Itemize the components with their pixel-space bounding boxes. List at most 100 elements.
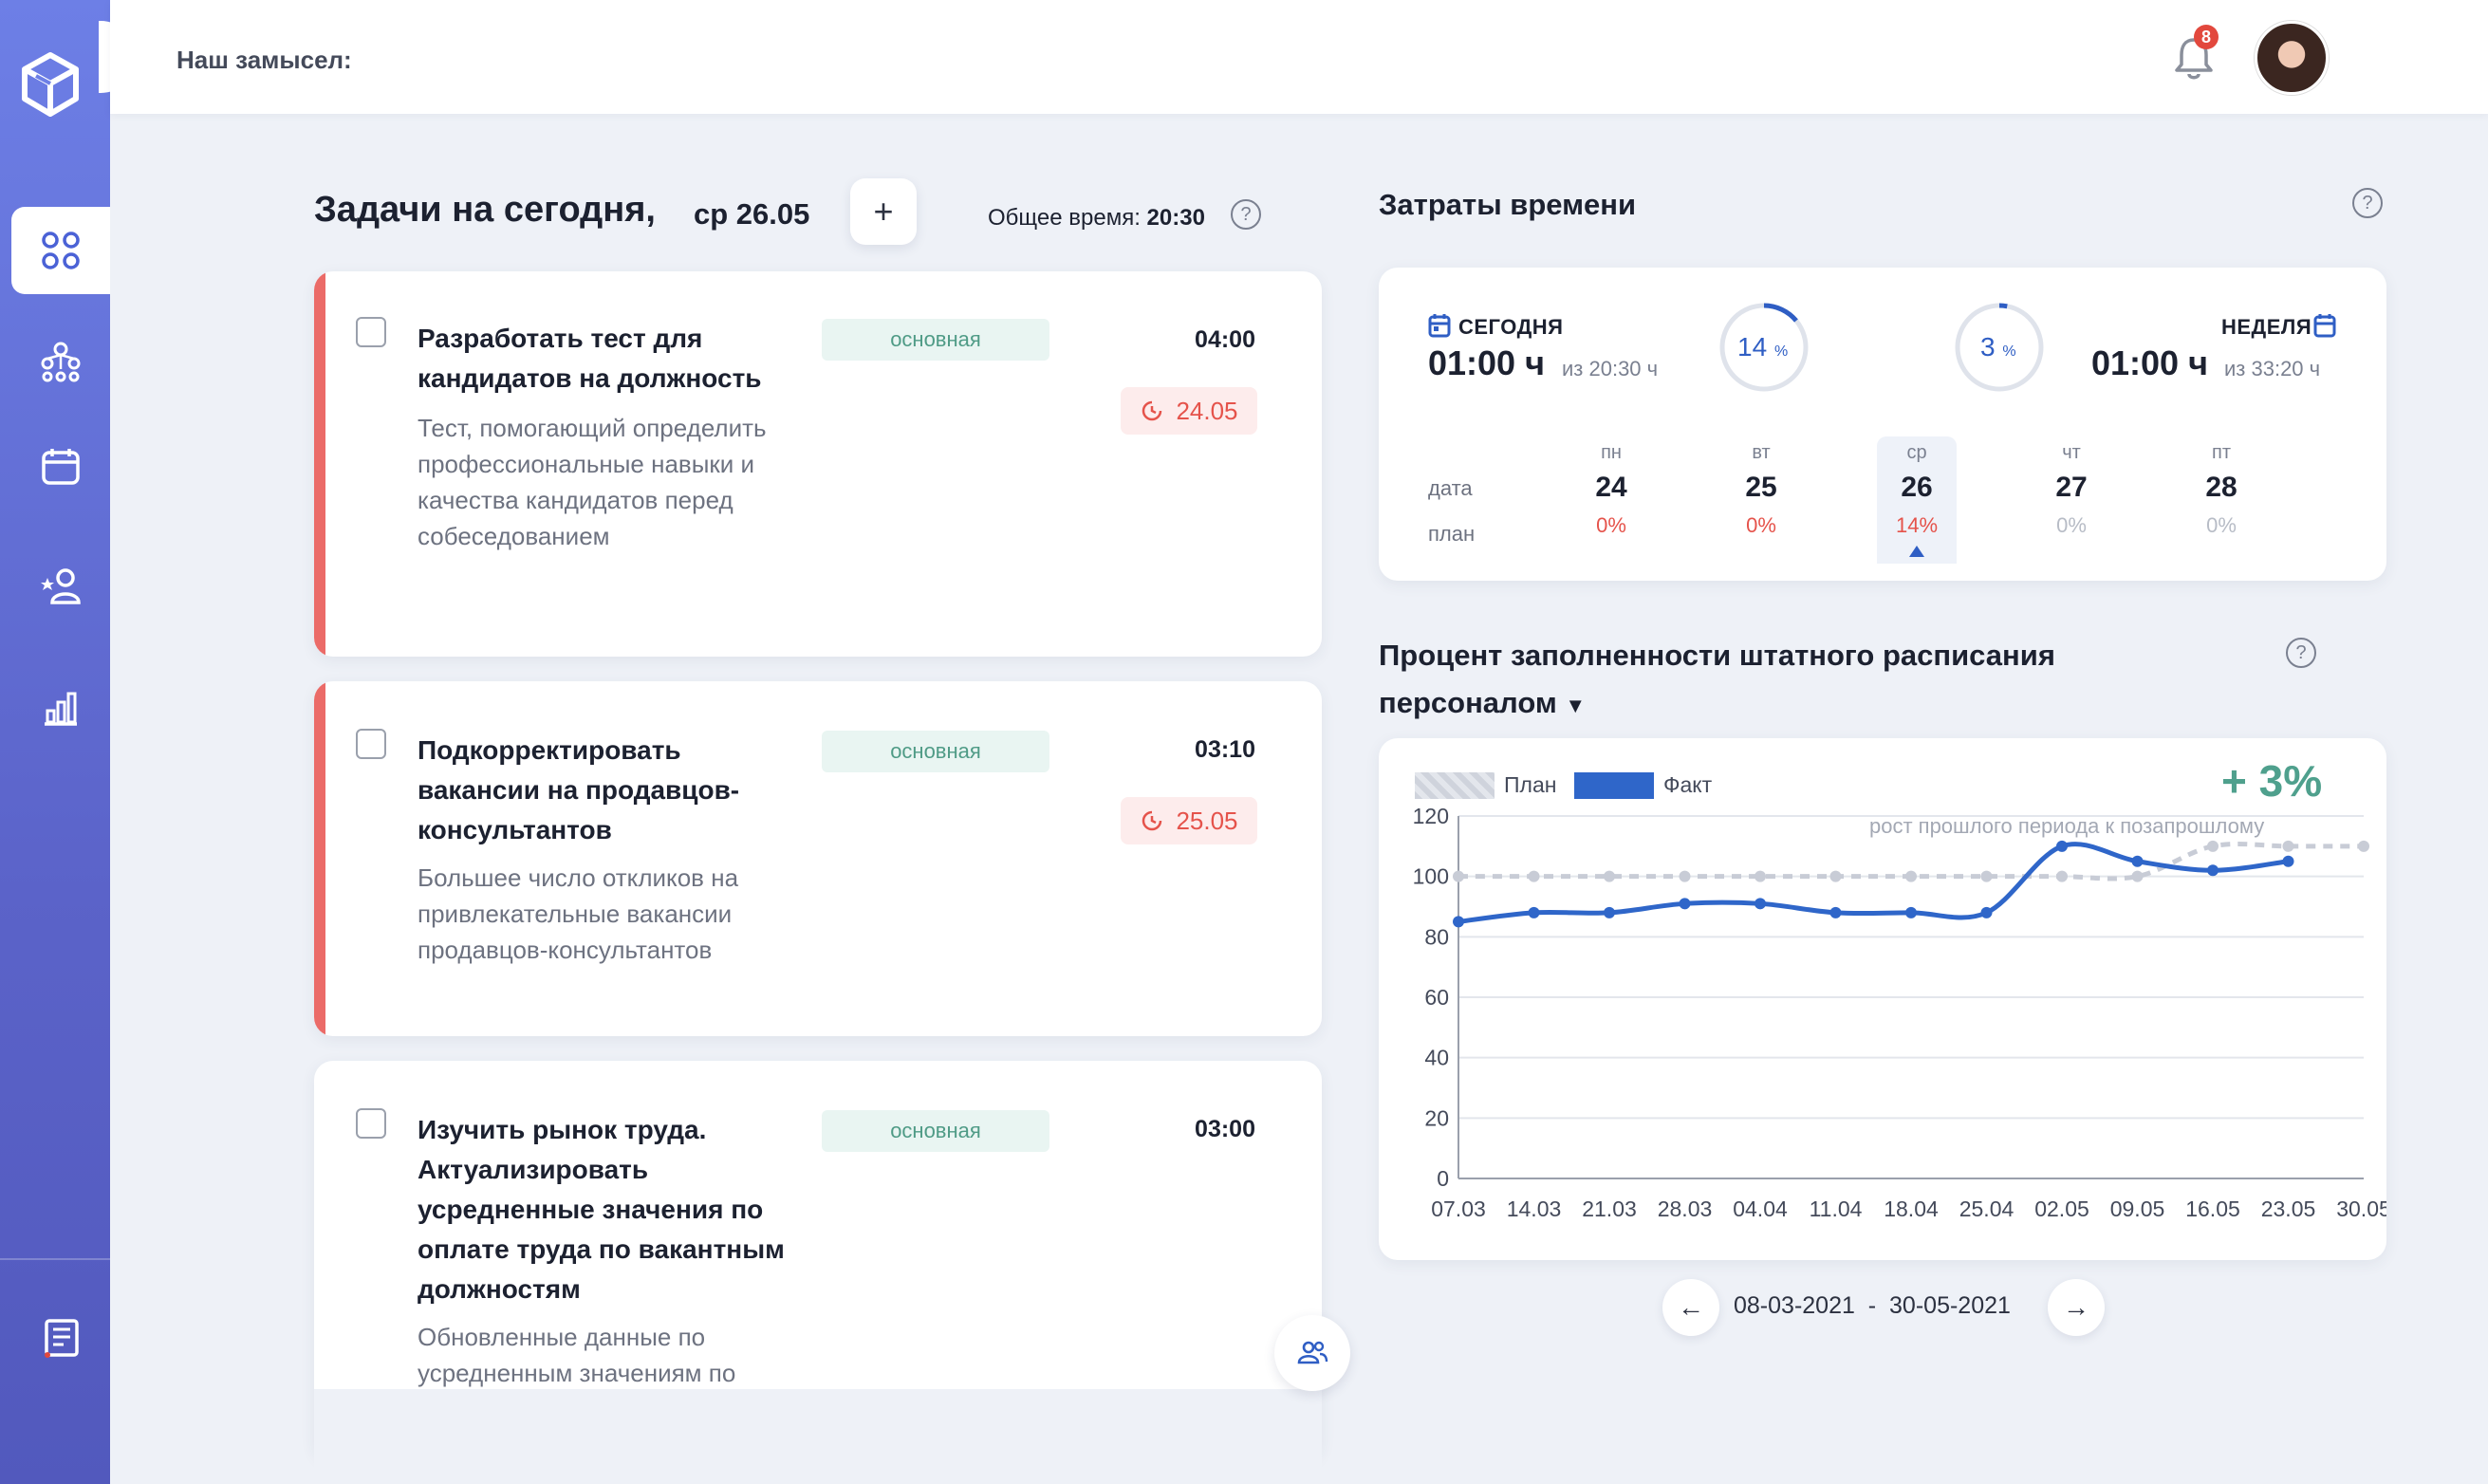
today-of: из 20:30 ч — [1562, 357, 1659, 380]
nav-analytics[interactable] — [11, 664, 110, 751]
header-title: Наш замысел: — [176, 46, 352, 74]
day-column[interactable]: чт 27 0% — [2032, 442, 2111, 538]
series-line-fact — [1458, 842, 2289, 924]
user-avatar[interactable] — [2255, 21, 2329, 95]
data-point-plan — [1829, 870, 1842, 882]
data-point-fact — [1980, 906, 1993, 918]
caret-down-icon: ▼ — [1565, 694, 1587, 717]
task-tag: основная — [822, 731, 1049, 772]
task-card[interactable]: Подкорректировать вакансии на продавцов-… — [314, 681, 1322, 1036]
overdue-clock-icon — [1142, 810, 1162, 831]
task-deadline-date: 24.05 — [1176, 396, 1238, 425]
range-to: 30-05-2021 — [1889, 1292, 2011, 1319]
total-time-label: Общее время: — [988, 205, 1141, 231]
task-checkbox[interactable] — [356, 729, 386, 759]
task-card[interactable]: Разработать тест для кандидатов на должн… — [314, 271, 1322, 657]
data-point-fact — [1528, 906, 1540, 918]
day-percent: 14% — [1895, 513, 1939, 537]
help-icon[interactable]: ? — [1231, 199, 1261, 230]
day-date: 26 — [1901, 472, 1933, 503]
data-point-fact — [1829, 906, 1842, 918]
day-name: чт — [2062, 442, 2081, 463]
day-name: пт — [2212, 442, 2231, 463]
task-deadline-badge: 24.05 — [1121, 387, 1257, 435]
day-percent: 0% — [1746, 513, 1776, 537]
notebook-icon — [45, 1319, 79, 1358]
day-column[interactable]: пт 28 0% — [2182, 442, 2261, 538]
data-point-plan — [1679, 870, 1691, 882]
task-deadline-date: 25.05 — [1176, 806, 1238, 835]
x-tick-label: 02.05 — [2034, 1196, 2089, 1221]
task-description: Большее число откликов на привлекательны… — [418, 863, 739, 964]
day-date: 27 — [2055, 472, 2088, 503]
day-column[interactable]: пн 24 0% — [1571, 442, 1651, 538]
x-tick-label: 09.05 — [2110, 1196, 2165, 1221]
task-time: 04:00 — [1195, 326, 1255, 353]
total-time: Общее время: 20:30 — [988, 205, 1205, 232]
favorite-person-icon — [41, 568, 81, 604]
y-tick-label: 20 — [1424, 1105, 1449, 1130]
add-task-button[interactable]: + — [850, 178, 917, 245]
nav-dashboard[interactable] — [11, 207, 110, 294]
list-clip — [314, 1389, 1322, 1484]
data-point-fact — [1905, 906, 1917, 918]
today-percent: 14 % — [1737, 332, 1788, 362]
y-tick-label: 40 — [1424, 1046, 1449, 1070]
data-point-plan — [2358, 840, 2369, 852]
week-value: 01:00 ч — [2091, 343, 2208, 382]
staffing-title-line1: Процент заполненности штатного расписани… — [1379, 639, 2055, 672]
time-costs-title: Затраты времени — [1379, 188, 1637, 221]
x-tick-label: 18.04 — [1884, 1196, 1939, 1221]
y-tick-label: 80 — [1424, 924, 1449, 949]
row-label-plan: план — [1428, 522, 1476, 546]
calendar-small-icon — [1428, 314, 1451, 338]
help-icon[interactable]: ? — [2286, 638, 2316, 668]
task-checkbox[interactable] — [356, 317, 386, 347]
task-name: Изучить рынок труда. Актуализировать уср… — [418, 1115, 785, 1304]
staffing-title-line2-wrap[interactable]: персоналом ▼ — [1379, 679, 2055, 730]
y-tick-label: 0 — [1437, 1166, 1449, 1191]
help-icon[interactable]: ? — [2352, 188, 2383, 218]
data-point-fact — [2056, 840, 2068, 852]
day-name: ср — [1906, 442, 1927, 463]
next-period-button[interactable]: → — [2048, 1279, 2105, 1336]
x-tick-label: 14.03 — [1507, 1196, 1562, 1221]
task-checkbox[interactable] — [356, 1108, 386, 1139]
y-tick-label: 100 — [1413, 864, 1449, 889]
prev-period-button[interactable]: ← — [1662, 1279, 1719, 1336]
x-tick-label: 16.05 — [2185, 1196, 2240, 1221]
x-tick-label: 25.04 — [1959, 1196, 2015, 1221]
logo-icon[interactable] — [17, 49, 84, 121]
nav-staff[interactable] — [11, 543, 110, 630]
bar-chart-icon — [45, 692, 77, 726]
x-tick-label: 30.05 — [2336, 1196, 2386, 1221]
task-tag: основная — [822, 1110, 1049, 1152]
team-button[interactable] — [1274, 1315, 1350, 1391]
data-point-plan — [2282, 840, 2294, 852]
calendar-icon — [42, 449, 80, 485]
notification-count-badge: 8 — [2194, 25, 2219, 49]
x-tick-label: 11.04 — [1810, 1196, 1863, 1221]
week-label: НЕДЕЛЯ — [2221, 315, 2312, 339]
data-point-fact — [1604, 906, 1615, 918]
day-column-selected[interactable]: ср 26 14% — [1877, 436, 1957, 564]
staffing-chart-panel: План Факт + 3% рост прошлого периода к п… — [1379, 738, 2386, 1260]
data-point-plan — [2131, 870, 2144, 882]
task-time: 03:00 — [1195, 1116, 1255, 1142]
staffing-title-line2: персоналом — [1379, 686, 1557, 719]
sidebar — [0, 0, 110, 1484]
data-point-plan — [1604, 870, 1615, 882]
nav-structure[interactable] — [11, 319, 110, 406]
nav-notes[interactable] — [11, 1294, 110, 1382]
task-deadline-badge: 25.05 — [1121, 797, 1257, 844]
day-name: вт — [1752, 442, 1771, 463]
percent-sign: % — [2002, 343, 2016, 360]
day-column[interactable]: вт 25 0% — [1721, 442, 1801, 538]
arrow-left-icon: ← — [1678, 1292, 1704, 1322]
time-costs-panel: СЕГОДНЯ 01:00 ч из 20:30 ч 14 % 3 % НЕДЕ… — [1379, 268, 2386, 581]
data-point-plan — [1453, 870, 1464, 882]
selected-caret-icon — [1909, 546, 1924, 557]
nav-calendar[interactable] — [11, 423, 110, 510]
data-point-plan — [1980, 870, 1993, 882]
percent-sign: % — [1773, 343, 1789, 360]
